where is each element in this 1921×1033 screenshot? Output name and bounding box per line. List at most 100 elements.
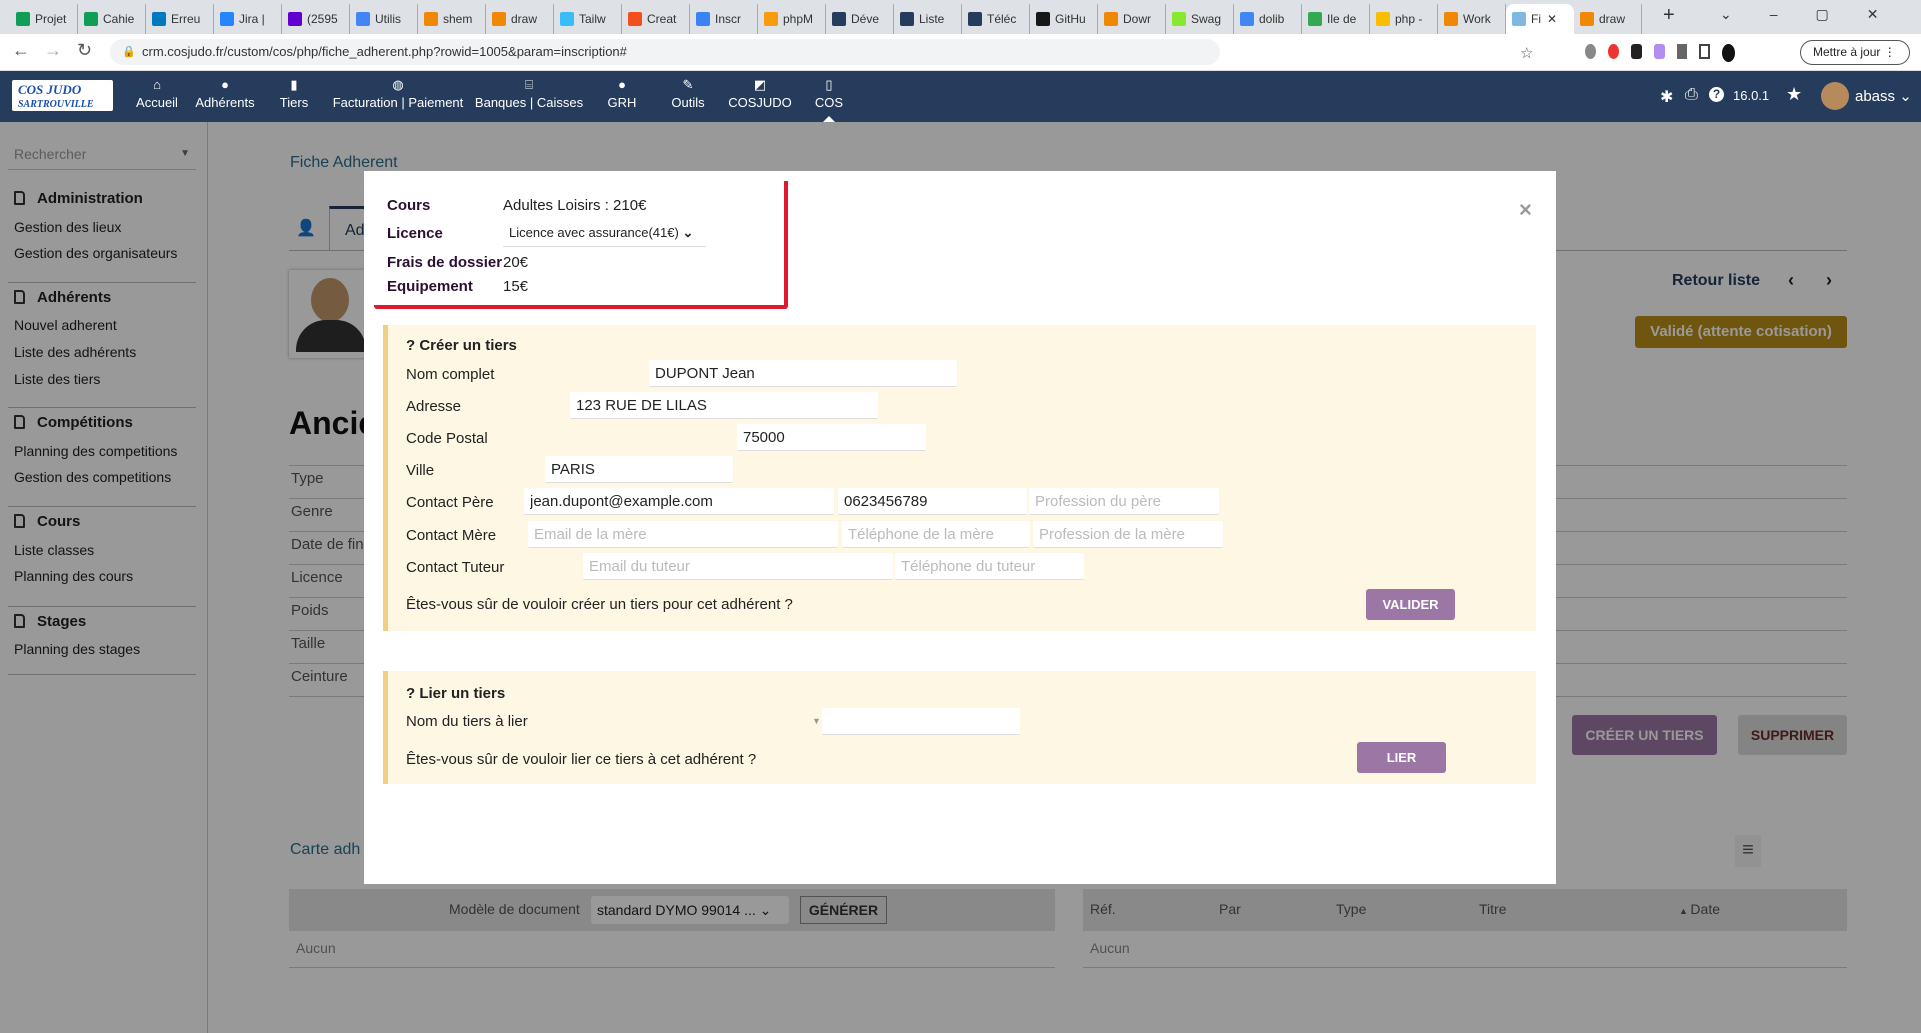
pere-profession-input[interactable] bbox=[1029, 488, 1219, 515]
tab-title: Ile de bbox=[1327, 12, 1357, 26]
link-tiers-section: ? Lier un tiers Nom du tiers à lier ▼ Êt… bbox=[383, 671, 1536, 784]
nav-item[interactable]: ⌸ Banques | Caisses bbox=[475, 77, 583, 110]
forward-icon[interactable]: → bbox=[44, 40, 62, 61]
reload-icon[interactable]: ↻ bbox=[77, 40, 92, 61]
bookmark-star-icon[interactable]: ★ bbox=[1786, 84, 1802, 105]
browser-tab[interactable]: Projet bbox=[10, 4, 78, 34]
tab-title: php - bbox=[1395, 12, 1423, 26]
user-tie-icon: ● bbox=[618, 77, 626, 92]
extension-icon[interactable] bbox=[1585, 44, 1596, 59]
tab-title: Liste bbox=[919, 12, 945, 26]
update-button[interactable]: Mettre à jour ⋮ bbox=[1800, 40, 1910, 65]
lier-button[interactable]: LIER bbox=[1357, 742, 1446, 773]
coins-icon: ◍ bbox=[392, 77, 404, 92]
favicon-icon bbox=[1172, 12, 1186, 26]
browser-tab[interactable]: Work bbox=[1438, 4, 1506, 34]
browser-tab[interactable]: Liste bbox=[894, 4, 962, 34]
browser-tab[interactable]: Dowr bbox=[1098, 4, 1166, 34]
nav-item-label: Outils bbox=[671, 95, 705, 110]
window-controls[interactable]: ⌄–▢✕ bbox=[1720, 6, 1916, 23]
nav-item[interactable]: ● Adhérents bbox=[195, 77, 254, 110]
browser-tab[interactable]: php - bbox=[1370, 4, 1438, 34]
user-menu[interactable]: abass ⌄ bbox=[1855, 87, 1912, 105]
mere-profession-input[interactable] bbox=[1033, 521, 1223, 548]
nav-item[interactable]: ◩ COSJUDO bbox=[728, 77, 792, 110]
valider-button[interactable]: VALIDER bbox=[1366, 589, 1455, 620]
extension-icon[interactable] bbox=[1653, 44, 1665, 59]
dropdown-arrow-icon[interactable]: ▼ bbox=[812, 716, 821, 726]
tuteur-phone-input[interactable] bbox=[895, 553, 1084, 580]
tiers-select-label: Nom du tiers à lier bbox=[406, 713, 528, 730]
tiers-search-input[interactable] bbox=[822, 708, 1020, 735]
browser-tab[interactable]: Ile de bbox=[1302, 4, 1370, 34]
ville-input[interactable] bbox=[545, 456, 733, 483]
nav-item[interactable]: ✎ Outils bbox=[671, 77, 704, 110]
browser-tab[interactable]: phpM bbox=[758, 4, 826, 34]
close-tab-icon[interactable]: ✕ bbox=[1547, 12, 1557, 26]
nav-item[interactable]: ▯ COS bbox=[815, 77, 843, 110]
favicon-icon bbox=[1036, 12, 1050, 26]
mere-email-input[interactable] bbox=[528, 521, 838, 548]
browser-tab[interactable]: Cahie bbox=[78, 4, 146, 34]
browser-tab[interactable]: Erreu bbox=[146, 4, 214, 34]
logo[interactable]: COS JUDO SARTROUVILLE bbox=[12, 80, 113, 111]
favicon-icon bbox=[968, 12, 982, 26]
external-icon: ◩ bbox=[753, 77, 767, 92]
nav-item[interactable]: ⌂ Accueil bbox=[136, 77, 178, 110]
favicon-icon bbox=[696, 12, 710, 26]
browser-tab[interactable]: draw bbox=[1574, 4, 1642, 34]
pere-phone-input[interactable] bbox=[838, 488, 1027, 515]
help-icon[interactable]: ? bbox=[1709, 87, 1724, 102]
favicon-icon bbox=[84, 12, 98, 26]
new-tab-button[interactable]: + bbox=[1663, 4, 1675, 27]
browser-tab[interactable]: Déve bbox=[826, 4, 894, 34]
nav-item-label: COSJUDO bbox=[728, 95, 792, 110]
browser-tab[interactable]: Tailw bbox=[554, 4, 622, 34]
extension-icon[interactable] bbox=[1630, 44, 1642, 59]
nav-item[interactable]: ● GRH bbox=[608, 77, 637, 110]
back-icon[interactable]: ← bbox=[12, 40, 30, 61]
tiers-modal: × Cours Adultes Loisirs : 210€ Licence L… bbox=[364, 171, 1556, 884]
sidepanel-icon[interactable] bbox=[1699, 44, 1710, 59]
puzzle-icon[interactable] bbox=[1676, 44, 1688, 59]
nav-item[interactable]: ◍ Facturation | Paiement bbox=[333, 77, 464, 110]
favicon-icon bbox=[1240, 12, 1254, 26]
extensions[interactable] bbox=[1585, 44, 1735, 62]
licence-select[interactable]: Licence avec assurance(41€) ⌄ bbox=[503, 220, 706, 247]
code-postal-input[interactable] bbox=[737, 424, 926, 451]
nom-complet-input[interactable] bbox=[649, 360, 957, 387]
browser-tab[interactable]: dolib bbox=[1234, 4, 1302, 34]
favicon-icon bbox=[1444, 12, 1458, 26]
browser-tab[interactable]: Jira | bbox=[214, 4, 282, 34]
browser-tab[interactable]: shem bbox=[418, 4, 486, 34]
browser-tab[interactable]: Creat bbox=[622, 4, 690, 34]
url-input[interactable]: 🔒 crm.cosjudo.fr/custom/cos/php/fiche_adh… bbox=[110, 39, 1220, 65]
tuteur-email-input[interactable] bbox=[583, 553, 893, 580]
browser-tab[interactable]: Téléc bbox=[962, 4, 1030, 34]
create-tiers-title: Créer un tiers bbox=[419, 337, 517, 354]
question-icon: ? bbox=[406, 685, 416, 702]
pere-email-input[interactable] bbox=[524, 488, 834, 515]
browser-tab[interactable]: Swag bbox=[1166, 4, 1234, 34]
close-icon[interactable]: × bbox=[1519, 197, 1532, 223]
mere-phone-input[interactable] bbox=[842, 521, 1030, 548]
browser-tab[interactable]: (2595 bbox=[282, 4, 350, 34]
star-bookmark-icon[interactable]: ☆ bbox=[1520, 44, 1533, 62]
browser-tab[interactable]: Fi ✕ bbox=[1506, 4, 1574, 34]
nav-item[interactable]: ▮ Tiers bbox=[280, 77, 308, 110]
print-icon[interactable]: ⎙ bbox=[1685, 86, 1698, 104]
tab-title: shem bbox=[443, 12, 473, 26]
url-text: crm.cosjudo.fr/custom/cos/php/fiche_adhe… bbox=[142, 44, 627, 59]
browser-tab[interactable]: Utilis bbox=[350, 4, 418, 34]
browser-tab[interactable]: Inscr bbox=[690, 4, 758, 34]
licence-label: Licence bbox=[387, 225, 443, 242]
avatar[interactable] bbox=[1821, 82, 1849, 110]
bug-icon[interactable]: ✱ bbox=[1660, 87, 1673, 107]
browser-tab[interactable]: draw bbox=[486, 4, 554, 34]
adresse-input[interactable] bbox=[570, 392, 878, 419]
adblock-icon[interactable] bbox=[1607, 44, 1619, 59]
profile-icon[interactable] bbox=[1721, 44, 1735, 62]
update-label: Mettre à jour bbox=[1813, 45, 1881, 59]
browser-tab[interactable]: GitHu bbox=[1030, 4, 1098, 34]
favicon-icon bbox=[560, 12, 574, 26]
